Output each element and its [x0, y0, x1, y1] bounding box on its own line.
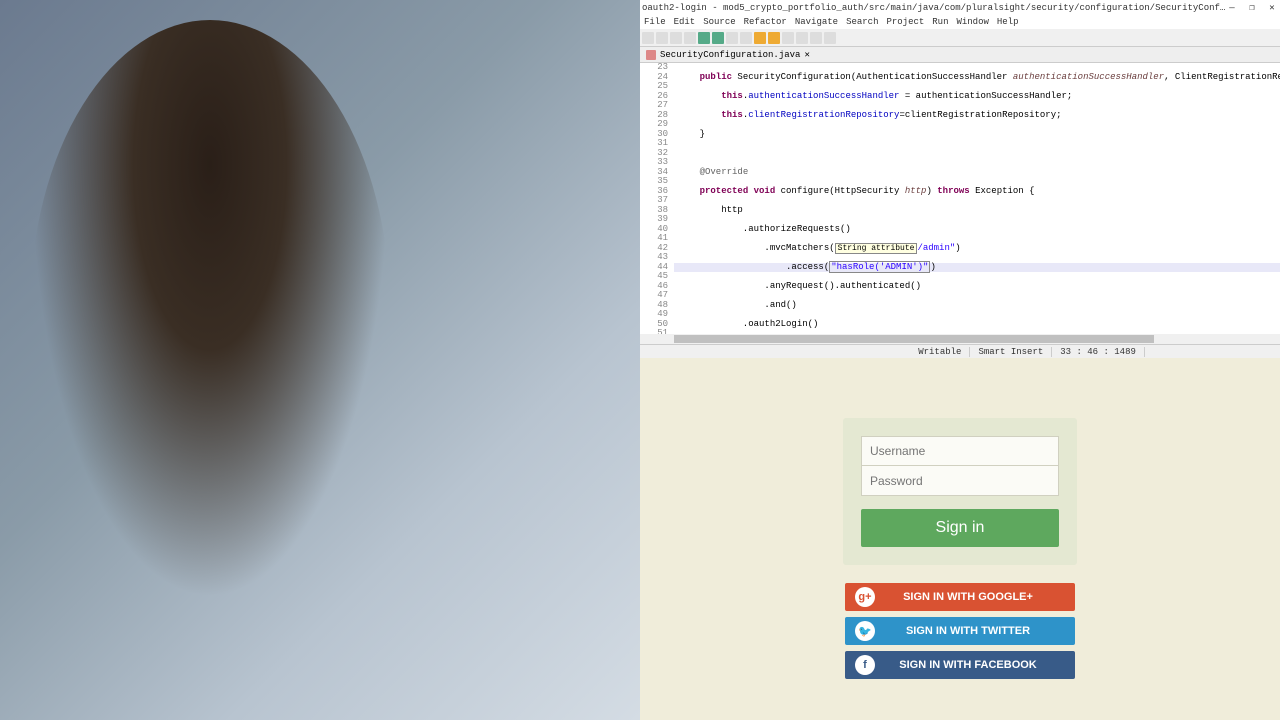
- menu-help[interactable]: Help: [997, 17, 1019, 27]
- param-hint: String attribute: [835, 243, 918, 254]
- toolbar-icon[interactable]: [768, 32, 780, 44]
- facebook-label: SIGN IN WITH FACEBOOK: [889, 659, 1075, 671]
- toolbar-icon[interactable]: [642, 32, 654, 44]
- menu-file[interactable]: File: [644, 17, 666, 27]
- debug-icon[interactable]: [712, 32, 724, 44]
- menu-window[interactable]: Window: [956, 17, 988, 27]
- stock-photo: [0, 0, 640, 720]
- scrollbar-thumb[interactable]: [674, 335, 1154, 343]
- code-content[interactable]: public SecurityConfiguration(Authenticat…: [674, 63, 1280, 334]
- titlebar: oauth2-login - mod5_crypto_portfolio_aut…: [640, 0, 1280, 15]
- login-form: Sign in: [843, 418, 1077, 565]
- toolbar-icon[interactable]: [726, 32, 738, 44]
- menu-project[interactable]: Project: [886, 17, 924, 27]
- menu-run[interactable]: Run: [932, 17, 948, 27]
- twitter-label: SIGN IN WITH TWITTER: [889, 625, 1075, 637]
- statusbar: Writable Smart Insert 33 : 46 : 1489: [640, 344, 1280, 358]
- signin-button[interactable]: Sign in: [861, 509, 1059, 547]
- menu-refactor[interactable]: Refactor: [744, 17, 787, 27]
- google-signin-button[interactable]: g+ SIGN IN WITH GOOGLE+: [845, 583, 1075, 611]
- toolbar-icon[interactable]: [754, 32, 766, 44]
- toolbar-icon[interactable]: [824, 32, 836, 44]
- toolbar-icon[interactable]: [782, 32, 794, 44]
- login-page: Sign in g+ SIGN IN WITH GOOGLE+ 🐦 SIGN I…: [640, 358, 1280, 720]
- ide-window: oauth2-login - mod5_crypto_portfolio_aut…: [640, 0, 1280, 358]
- editor-tab[interactable]: SecurityConfiguration.java ✕: [640, 47, 1280, 63]
- toolbar-icon[interactable]: [684, 32, 696, 44]
- close-button[interactable]: ✕: [1266, 2, 1278, 14]
- menu-source[interactable]: Source: [703, 17, 735, 27]
- username-input[interactable]: [861, 436, 1059, 466]
- line-gutter: 23 24 25 26 27 28 29 30 31 32 33 34 35 3…: [640, 63, 674, 334]
- password-input[interactable]: [861, 466, 1059, 496]
- status-insert: Smart Insert: [970, 347, 1052, 357]
- java-file-icon: [646, 50, 656, 60]
- horizontal-scrollbar[interactable]: [640, 334, 1280, 344]
- tab-close-icon[interactable]: ✕: [804, 50, 809, 60]
- toolbar-icon[interactable]: [740, 32, 752, 44]
- run-icon[interactable]: [698, 32, 710, 44]
- facebook-icon: f: [855, 655, 875, 675]
- toolbar-icon[interactable]: [796, 32, 808, 44]
- google-label: SIGN IN WITH GOOGLE+: [889, 591, 1075, 603]
- toolbar-icon[interactable]: [656, 32, 668, 44]
- tab-label: SecurityConfiguration.java: [660, 50, 800, 60]
- window-title: oauth2-login - mod5_crypto_portfolio_aut…: [642, 3, 1226, 13]
- toolbar: [640, 29, 1280, 47]
- twitter-icon: 🐦: [855, 621, 875, 641]
- menu-navigate[interactable]: Navigate: [795, 17, 838, 27]
- status-writable: Writable: [910, 347, 970, 357]
- facebook-signin-button[interactable]: f SIGN IN WITH FACEBOOK: [845, 651, 1075, 679]
- twitter-signin-button[interactable]: 🐦 SIGN IN WITH TWITTER: [845, 617, 1075, 645]
- google-plus-icon: g+: [855, 587, 875, 607]
- toolbar-icon[interactable]: [670, 32, 682, 44]
- toolbar-icon[interactable]: [810, 32, 822, 44]
- menu-search[interactable]: Search: [846, 17, 878, 27]
- status-cursor-pos: 33 : 46 : 1489: [1052, 347, 1145, 357]
- menubar: File Edit Source Refactor Navigate Searc…: [640, 15, 1280, 29]
- maximize-button[interactable]: ❐: [1246, 2, 1258, 14]
- minimize-button[interactable]: —: [1226, 2, 1238, 14]
- menu-edit[interactable]: Edit: [674, 17, 696, 27]
- code-editor[interactable]: 23 24 25 26 27 28 29 30 31 32 33 34 35 3…: [640, 63, 1280, 334]
